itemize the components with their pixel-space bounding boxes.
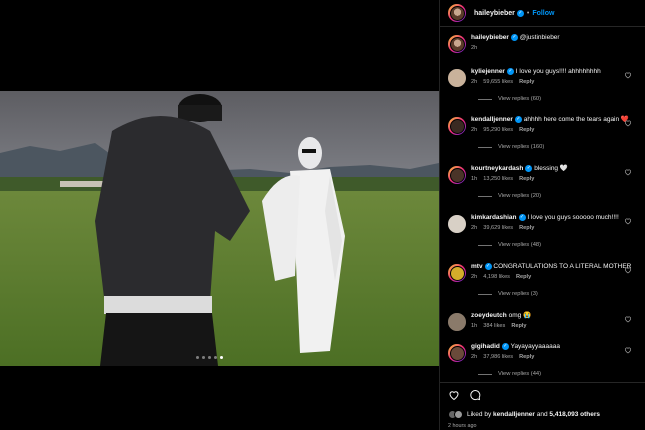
comment-text: ahhhh here come the tears again ❤️ [523,116,630,123]
commenter-avatar[interactable] [448,69,466,87]
comment-text: omg 😭 [508,312,532,319]
post-panel: haileybieber ✓ • Follow haileybieber ✓ @j… [439,0,645,430]
caption: haileybieber ✓ @justinbieber 2h [448,32,638,58]
heart-icon[interactable] [624,217,632,225]
commenter-avatar[interactable] [448,264,466,282]
comment-time: 1h [471,176,478,182]
reply-button[interactable]: Reply [519,354,534,360]
verified-icon: ✓ [518,213,526,221]
carousel-dot[interactable] [196,356,199,359]
view-replies-button[interactable]: View replies (48) [478,242,541,248]
liker-avatar [454,410,463,419]
verified-icon: ✓ [501,342,509,350]
reply-button[interactable]: Reply [511,323,526,329]
carousel-dot-active[interactable] [220,356,223,359]
author-avatar[interactable] [448,4,466,22]
commenter-avatar[interactable] [448,313,466,331]
comment-item: kendalljenner ✓ ahhhh here come the tears… [448,114,638,154]
commenter-avatar[interactable] [448,166,466,184]
post-actions: Liked by kendalljenner and 5,418,093 oth… [440,382,645,430]
comment-likes[interactable]: 95,290 likes [483,127,513,133]
comment-username[interactable]: kourtneykardash [471,165,523,172]
verified-icon: ✓ [510,33,518,41]
comment-likes[interactable]: 59,655 likes [483,79,513,85]
liked-by-user[interactable]: kendalljenner [493,411,535,418]
comment-time: 2h [471,127,478,133]
reply-button[interactable]: Reply [519,127,534,133]
post-photo[interactable] [0,91,439,366]
comment-username[interactable]: kendalljenner [471,116,513,123]
comment-item: kimkardashian ✓ I love you guys sooooo mu… [448,212,638,252]
comment-username[interactable]: mtv [471,263,483,270]
like-heart-icon[interactable] [448,389,460,401]
comment-likes[interactable]: 13,250 likes [483,176,513,182]
post-media [0,0,439,430]
comment-text: I love you guys!!!! ahhhhhhhh [515,68,601,75]
comment-item: gigihadid ✓ Yayayayyaaaaaa 2h 37,986 likes… [448,341,638,380]
commenter-avatar[interactable] [448,117,466,135]
comment-username[interactable]: kyliejenner [471,68,505,75]
verified-icon: ✓ [525,164,533,172]
follow-button[interactable]: Follow [532,10,554,17]
comment-item: kyliejenner ✓ I love you guys!!!! ahhhhhh… [448,66,638,106]
verified-icon: ✓ [484,262,492,270]
view-replies-button[interactable]: View replies (160) [478,144,544,150]
author-username[interactable]: haileybieber [474,10,515,17]
carousel-indicator[interactable] [196,356,223,359]
view-replies-button[interactable]: View replies (44) [478,371,541,377]
view-replies-button[interactable]: View replies (60) [478,96,541,102]
comment-likes[interactable]: 4,198 likes [483,274,510,280]
comment-time: 2h [471,79,478,85]
comment-item: zoeydeutch omg 😭 1h 384 likes Reply [448,310,638,336]
carousel-dot[interactable] [214,356,217,359]
comment-time: 2h [471,274,478,280]
heart-icon[interactable] [624,346,632,354]
carousel-dot[interactable] [208,356,211,359]
comment-time: 2h [471,354,478,360]
comment-text: blessing 🤍 [534,165,568,172]
heart-icon[interactable] [624,71,632,79]
comment-item: mtv ✓ CONGRATULATIONS TO A LITERAL MOTHER… [448,261,638,301]
comment-text: I love you guys sooooo much!!!! [527,214,619,221]
heart-icon[interactable] [624,266,632,274]
comment-likes[interactable]: 384 likes [483,323,505,329]
heart-icon[interactable] [624,315,632,323]
reply-button[interactable]: Reply [516,274,531,280]
comment-time: 1h [471,323,478,329]
reply-button[interactable]: Reply [519,225,534,231]
reply-button[interactable]: Reply [519,176,534,182]
heart-icon[interactable] [624,168,632,176]
reply-button[interactable]: Reply [519,79,534,85]
comment-likes[interactable]: 37,986 likes [483,354,513,360]
comment-username[interactable]: kimkardashian [471,214,517,221]
comment-text: Yayayayyaaaaaa [510,343,560,350]
caption-time: 2h [471,45,478,51]
comment-likes[interactable]: 39,629 likes [483,225,513,231]
liked-by[interactable]: Liked by kendalljenner and 5,418,093 oth… [448,410,600,419]
view-replies-button[interactable]: View replies (3) [478,291,538,297]
author-avatar[interactable] [448,35,466,53]
separator-dot: • [526,9,530,17]
comment-icon[interactable] [469,389,481,401]
verified-icon: ✓ [514,115,522,123]
comment-username[interactable]: zoeydeutch [471,312,507,319]
carousel-dot[interactable] [202,356,205,359]
commenter-avatar[interactable] [448,215,466,233]
heart-icon[interactable] [624,119,632,127]
comments-list[interactable]: haileybieber ✓ @justinbieber 2h kyliejenn… [440,28,645,380]
comment-time: 2h [471,225,478,231]
liked-by-others[interactable]: 5,418,093 others [549,411,600,418]
view-replies-button[interactable]: View replies (20) [478,193,541,199]
post-header: haileybieber ✓ • Follow [440,0,645,27]
caption-username[interactable]: haileybieber [471,34,509,41]
verified-icon: ✓ [516,9,524,17]
caption-mention[interactable]: @justinbieber [520,34,560,41]
comment-text: CONGRATULATIONS TO A LITERAL MOTHER [493,263,632,270]
photo-scene [0,91,439,366]
verified-icon: ✓ [506,67,514,75]
post-timestamp: 2 hours ago [448,423,477,429]
commenter-avatar[interactable] [448,344,466,362]
comment-item: kourtneykardash ✓ blessing 🤍 1h 13,250 lik… [448,163,638,203]
comment-username[interactable]: gigihadid [471,343,500,350]
